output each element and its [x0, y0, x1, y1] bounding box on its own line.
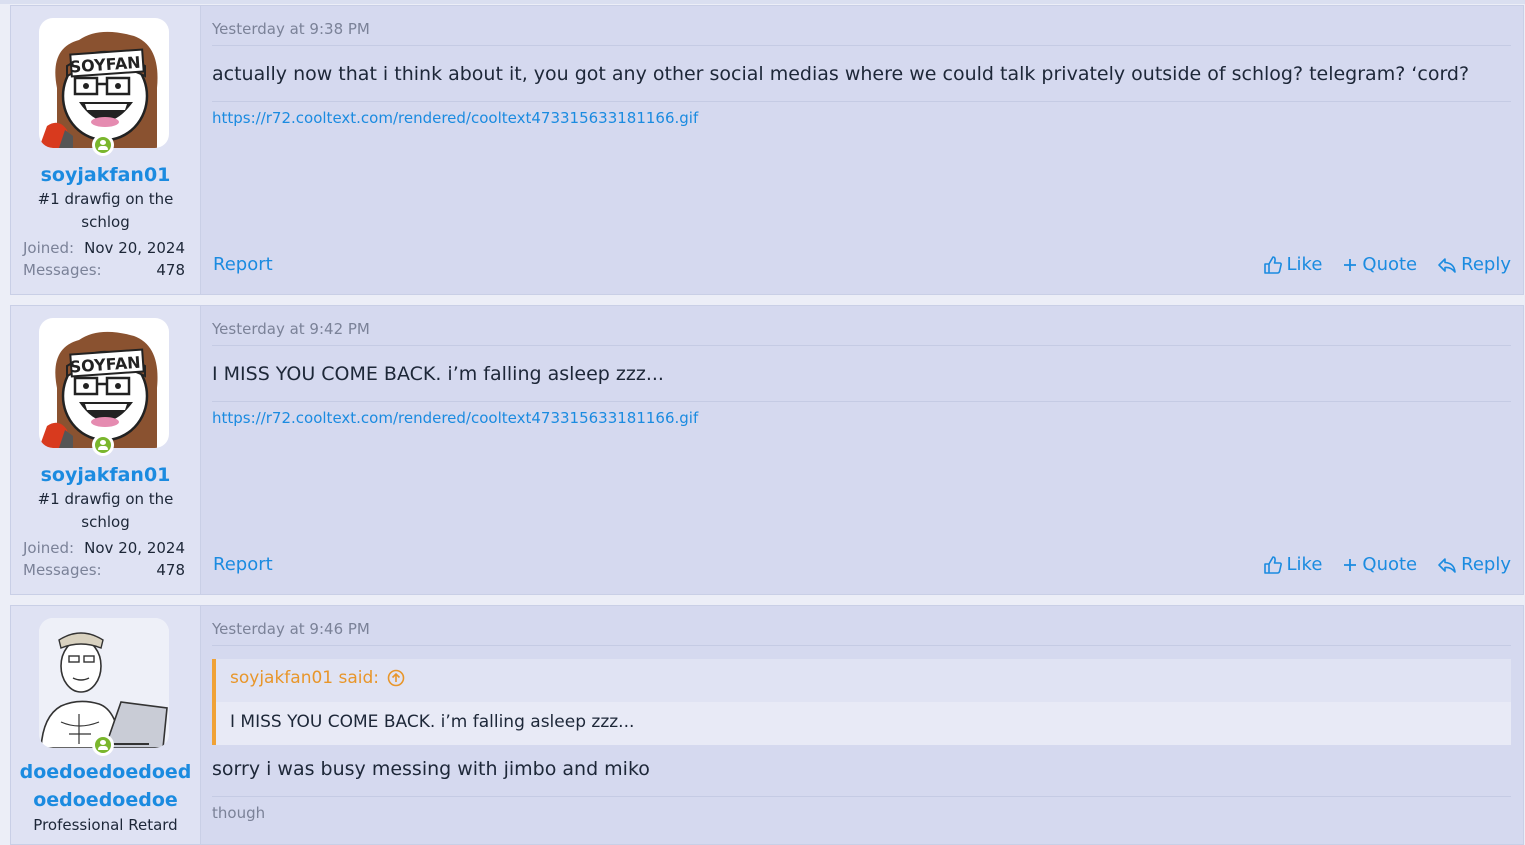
- post-main: Yesterday at 9:42 PM I MISS YOU COME BAC…: [212, 306, 1511, 594]
- reply-icon: [1438, 557, 1456, 573]
- post-timestamp[interactable]: Yesterday at 9:42 PM: [212, 320, 370, 338]
- like-button[interactable]: Like: [1263, 254, 1323, 275]
- messages-label: Messages:: [23, 261, 102, 279]
- user-cell: doedoedoedoed oedoedoedoe Professional R…: [11, 606, 201, 844]
- quote-button[interactable]: Quote: [1342, 554, 1417, 575]
- post-main: Yesterday at 9:46 PM soyjakfan01 said: I…: [212, 606, 1511, 844]
- post-body: sorry i was busy messing with jimbo and …: [212, 758, 650, 780]
- user-cell: SOYFAN soyjakfan01 #1 drawfig on the sch…: [11, 306, 201, 594]
- messages-value: 478: [156, 261, 185, 279]
- username[interactable]: soyjakfan01: [11, 462, 200, 489]
- signature-divider: [212, 101, 1511, 102]
- messages-value: 478: [156, 561, 185, 579]
- avatar[interactable]: SOYFAN: [39, 18, 169, 148]
- avatar[interactable]: [39, 618, 169, 748]
- quote-body: I MISS YOU COME BACK. i’m falling asleep…: [216, 702, 1511, 745]
- online-status-icon: [92, 134, 114, 156]
- like-label: Like: [1286, 254, 1323, 275]
- post-1: SOYFAN soyjakfan01 #1 drawfig on the sch…: [10, 5, 1524, 295]
- quote-label: Quote: [1362, 254, 1418, 275]
- reply-button[interactable]: Reply: [1437, 554, 1511, 575]
- like-icon: [1263, 555, 1282, 574]
- joined-value: Nov 20, 2024: [84, 239, 185, 257]
- username[interactable]: doedoedoedoed oedoedoedoe: [11, 758, 200, 814]
- post-timestamp[interactable]: Yesterday at 9:38 PM: [212, 20, 370, 38]
- quote-text: I MISS YOU COME BACK. i’m falling asleep…: [230, 712, 635, 732]
- signature-link[interactable]: https://r72.cooltext.com/rendered/coolte…: [212, 409, 698, 427]
- reply-label: Reply: [1461, 254, 1511, 275]
- user-title: #1 drawfig on the schlog: [37, 190, 174, 231]
- post-actions: Like Quote Reply: [1263, 554, 1511, 575]
- like-icon: [1263, 255, 1282, 274]
- messages-stat: Messages: 478: [23, 560, 185, 580]
- username[interactable]: soyjakfan01: [11, 162, 200, 189]
- divider: [212, 645, 1511, 646]
- messages-label: Messages:: [23, 561, 102, 579]
- user-title: Professional Retard: [33, 816, 178, 834]
- messages-stat: Messages: 478: [23, 260, 185, 280]
- user-cell: SOYFAN soyjakfan01 #1 drawfig on the sch…: [11, 6, 201, 294]
- user-title: #1 drawfig on the schlog: [37, 490, 174, 531]
- signature-text: though: [212, 804, 266, 822]
- like-label: Like: [1286, 554, 1323, 575]
- signature-divider: [212, 401, 1511, 402]
- joined-stat: Joined: Nov 20, 2024: [23, 238, 185, 258]
- quote-author: soyjakfan01 said:: [230, 668, 380, 688]
- signature-link[interactable]: https://r72.cooltext.com/rendered/coolte…: [212, 109, 698, 127]
- report-button[interactable]: Report: [213, 554, 273, 575]
- divider: [212, 345, 1511, 346]
- joined-stat: Joined: Nov 20, 2024: [23, 538, 185, 558]
- divider: [212, 45, 1511, 46]
- reply-label: Reply: [1461, 554, 1511, 575]
- joined-label: Joined:: [23, 539, 75, 557]
- username-line-2: oedoedoedoe: [33, 789, 178, 811]
- plus-icon: [1344, 258, 1357, 271]
- quote-button[interactable]: Quote: [1342, 254, 1417, 275]
- post-2: SOYFAN soyjakfan01 #1 drawfig on the sch…: [10, 305, 1524, 595]
- username-line-1: doedoedoedoed: [19, 761, 192, 783]
- post-body: I MISS YOU COME BACK. i’m falling asleep…: [212, 363, 664, 385]
- quote-block: soyjakfan01 said: I MISS YOU COME BACK. …: [212, 659, 1511, 745]
- quote-attribution[interactable]: soyjakfan01 said:: [230, 668, 405, 688]
- signature-divider: [212, 796, 1511, 797]
- post-actions: Like Quote Reply: [1263, 254, 1511, 275]
- like-button[interactable]: Like: [1263, 554, 1323, 575]
- post-3: doedoedoedoed oedoedoedoe Professional R…: [10, 605, 1524, 845]
- report-button[interactable]: Report: [213, 254, 273, 275]
- joined-value: Nov 20, 2024: [84, 539, 185, 557]
- joined-label: Joined:: [23, 239, 75, 257]
- avatar[interactable]: SOYFAN: [39, 318, 169, 448]
- post-main: Yesterday at 9:38 PM actually now that i…: [212, 6, 1511, 294]
- reply-icon: [1438, 257, 1456, 273]
- quote-label: Quote: [1362, 554, 1418, 575]
- plus-icon: [1344, 558, 1357, 571]
- quote-jump-icon: [387, 669, 405, 687]
- reply-button[interactable]: Reply: [1437, 254, 1511, 275]
- post-timestamp[interactable]: Yesterday at 9:46 PM: [212, 620, 370, 638]
- page-top-border: [0, 0, 1525, 4]
- online-status-icon: [92, 734, 114, 756]
- post-body: actually now that i think about it, you …: [212, 63, 1470, 85]
- online-status-icon: [92, 434, 114, 456]
